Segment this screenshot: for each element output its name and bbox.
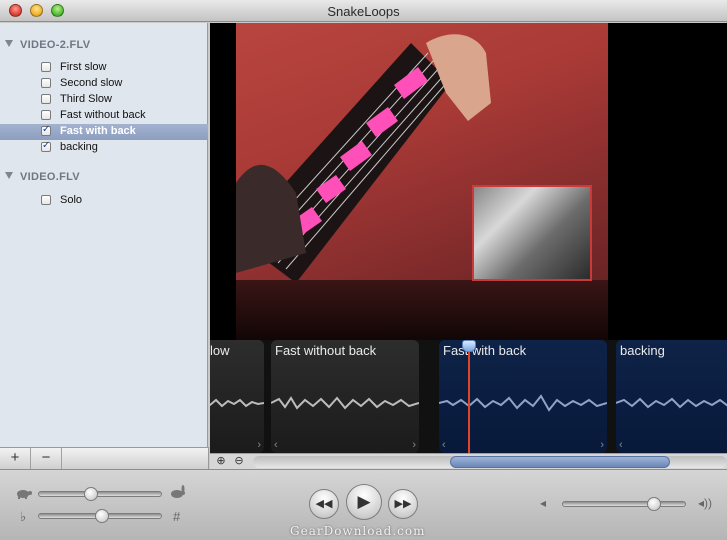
loop-timeline[interactable]: low › Fast without back ‹ › Fast with ba… [210, 340, 727, 453]
loop-item-third-slow[interactable]: Third Slow [0, 92, 208, 108]
loop-label: Solo [60, 194, 83, 206]
loop-label: First slow [60, 61, 107, 73]
loop-label: Third Slow [60, 93, 112, 105]
clip-trim-right-handle[interactable]: › [257, 439, 261, 451]
disclosure-triangle-icon[interactable] [5, 40, 13, 47]
playhead-handle[interactable] [462, 340, 476, 352]
loop-checkbox[interactable] [41, 140, 51, 152]
clip-label: low [210, 343, 230, 358]
waveform [439, 394, 607, 412]
playback-controls: ♭ # ◀◀ ▶ ▶▶ GearDownload.com ◂ ◂)) [0, 469, 727, 540]
picture-in-picture-inset [472, 185, 592, 281]
group-header-video[interactable]: VIDEO.FLV [0, 169, 208, 187]
clip-label: backing [620, 343, 665, 358]
loops-sidebar: VIDEO-2.FLV First slow Second slow Third… [0, 23, 208, 447]
pitch-slider-knob[interactable] [95, 509, 109, 523]
loop-checkbox[interactable] [41, 62, 51, 72]
loop-item-solo[interactable]: Solo [0, 193, 208, 209]
app-window: SnakeLoops VIDEO-2.FLV First slow Second… [0, 0, 727, 540]
title-bar: SnakeLoops [0, 0, 727, 22]
remove-loop-button[interactable]: − [31, 448, 62, 469]
loop-item-second-slow[interactable]: Second slow [0, 76, 208, 92]
loop-label: Fast with back [60, 125, 136, 137]
sidebar-footer: + − [0, 447, 209, 469]
volume-high-icon: ◂)) [698, 496, 713, 510]
clip-trim-left-handle[interactable]: ‹ [619, 439, 623, 451]
waveform [271, 396, 419, 410]
waveform [616, 397, 727, 409]
waveform [210, 398, 264, 408]
volume-slider-knob[interactable] [647, 497, 661, 511]
loop-item-fast-without-back[interactable]: Fast without back [0, 108, 208, 124]
timeline-clip-fast-with-back[interactable]: Fast with back ‹ › [439, 340, 607, 453]
loop-checkbox[interactable] [41, 195, 51, 205]
video-player[interactable] [210, 23, 727, 340]
loop-label: Fast without back [60, 109, 146, 121]
clip-trim-right-handle[interactable]: › [412, 439, 416, 451]
pitch-flat-label: ♭ [20, 509, 27, 524]
stage-floor [236, 280, 608, 340]
clip-label: Fast with back [443, 343, 527, 358]
rewind-button[interactable]: ◀◀ [309, 489, 339, 519]
clip-trim-left-handle[interactable]: ‹ [274, 439, 278, 451]
watermark-text: GearDownload.com [290, 524, 426, 538]
volume-slider[interactable] [562, 497, 686, 511]
hare-icon [171, 485, 185, 498]
timeline-scrollbar[interactable] [253, 456, 727, 468]
zoom-in-button[interactable]: ⊕ [214, 455, 228, 469]
clip-trim-left-handle[interactable]: ‹ [442, 439, 446, 451]
timeline-zoom-bar: ⊕ ⊖ [210, 453, 727, 469]
loop-item-fast-with-back[interactable]: Fast with back [0, 124, 208, 140]
volume-low-icon: ◂ [540, 496, 547, 510]
loop-checkbox[interactable] [41, 94, 51, 104]
loop-item-backing[interactable]: backing [0, 140, 208, 156]
window-title: SnakeLoops [327, 4, 400, 19]
disclosure-triangle-icon[interactable] [5, 172, 13, 179]
loop-checkbox[interactable] [41, 110, 51, 120]
timeline-clip-fast-without-back[interactable]: Fast without back ‹ › [271, 340, 419, 453]
zoom-out-button[interactable]: ⊖ [232, 455, 246, 469]
play-button[interactable]: ▶ [346, 484, 382, 520]
loop-item-first-slow[interactable]: First slow [0, 60, 208, 76]
speed-slider-knob[interactable] [84, 487, 98, 501]
timeline-scrollbar-thumb[interactable] [450, 456, 670, 468]
video-frame [236, 23, 608, 340]
clip-trim-right-handle[interactable]: › [600, 439, 604, 451]
loop-label: backing [60, 141, 98, 153]
timeline-clip-backing[interactable]: backing ‹ [616, 340, 727, 453]
clip-label: Fast without back [275, 343, 377, 358]
loop-checkbox[interactable] [41, 78, 51, 88]
group-label: VIDEO.FLV [20, 171, 80, 183]
add-loop-button[interactable]: + [0, 448, 31, 469]
pitch-sharp-label: # [173, 509, 181, 524]
group-header-video-2[interactable]: VIDEO-2.FLV [0, 37, 208, 55]
speed-slider[interactable] [38, 487, 162, 501]
timeline-clip-low[interactable]: low › [210, 340, 264, 453]
loop-label: Second slow [60, 77, 123, 89]
loop-checkbox[interactable] [41, 124, 51, 136]
playhead-line[interactable] [468, 340, 470, 453]
pitch-slider[interactable] [38, 509, 162, 523]
group-label: VIDEO-2.FLV [20, 39, 91, 51]
turtle-icon [17, 490, 32, 499]
fast-forward-button[interactable]: ▶▶ [388, 489, 418, 519]
